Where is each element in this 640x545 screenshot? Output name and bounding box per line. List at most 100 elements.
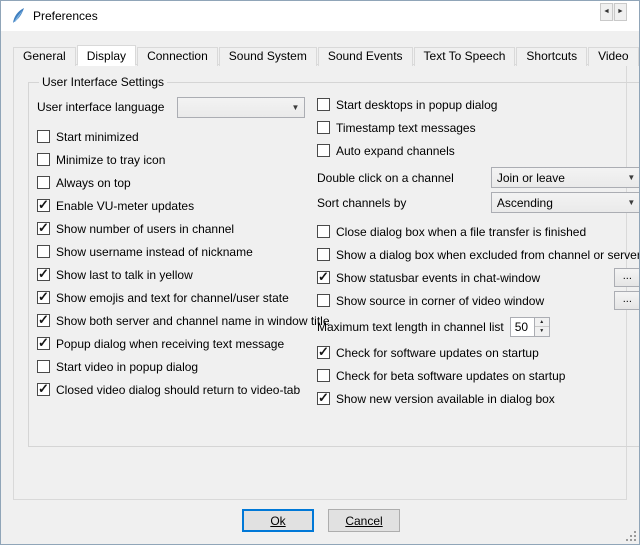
checkbox-box — [37, 383, 50, 396]
tab-shortcuts[interactable]: Shortcuts — [516, 47, 587, 66]
checkbox-statusbar-events[interactable]: Show statusbar events in chat-window ... — [317, 266, 640, 289]
checkbox-new-version-dialog[interactable]: Show new version available in dialog box — [317, 387, 640, 410]
video-source-options-button[interactable]: ... — [614, 291, 640, 310]
sort-channels-dropdown-value: Ascending — [497, 196, 623, 210]
checkbox-timestamp-messages[interactable]: Timestamp text messages — [317, 116, 640, 139]
checkbox-box — [317, 248, 330, 261]
language-label: User interface language — [37, 100, 164, 114]
checkbox-video-return-tab[interactable]: Closed video dialog should return to vid… — [37, 378, 309, 401]
checkbox-box — [37, 199, 50, 212]
checkbox-box — [317, 121, 330, 134]
checkbox-label: Start minimized — [56, 130, 139, 144]
checkbox-label: Timestamp text messages — [336, 121, 476, 135]
checkbox-last-talk-yellow[interactable]: Show last to talk in yellow — [37, 263, 309, 286]
checkbox-box — [317, 346, 330, 359]
checkbox-box — [37, 314, 50, 327]
language-dropdown[interactable]: ▼ — [177, 97, 305, 118]
double-click-dropdown[interactable]: Join or leave ▼ — [491, 167, 640, 188]
chevron-down-icon: ▼ — [623, 173, 640, 182]
checkbox-box — [37, 360, 50, 373]
max-text-length-label: Maximum text length in channel list — [317, 320, 504, 334]
checkbox-label: Show number of users in channel — [56, 222, 234, 236]
tab-scroll-left-icon[interactable]: ◄ — [600, 3, 613, 21]
checkbox-label: Start desktops in popup dialog — [336, 98, 497, 112]
max-text-length-value[interactable]: 50 — [511, 318, 534, 336]
checkbox-popup-text-message[interactable]: Popup dialog when receiving text message — [37, 332, 309, 355]
checkbox-label: Show emojis and text for channel/user st… — [56, 291, 289, 305]
checkbox-box — [37, 268, 50, 281]
checkbox-label: Show last to talk in yellow — [56, 268, 193, 282]
checkbox-server-channel-title[interactable]: Show both server and channel name in win… — [37, 309, 309, 332]
checkbox-box — [37, 245, 50, 258]
checkbox-close-dialog-file-transfer[interactable]: Close dialog box when a file transfer is… — [317, 220, 640, 243]
sort-channels-row: Sort channels by Ascending ▼ — [317, 191, 640, 214]
max-text-length-spinner[interactable]: 50 ▲ ▼ — [510, 317, 550, 337]
checkbox-box — [317, 369, 330, 382]
checkbox-label: Enable VU-meter updates — [56, 199, 194, 213]
tab-sound-system[interactable]: Sound System — [219, 47, 317, 66]
resize-grip[interactable] — [624, 529, 637, 542]
checkbox-dialog-when-excluded[interactable]: Show a dialog box when excluded from cha… — [317, 243, 640, 266]
checkbox-label: Start video in popup dialog — [56, 360, 198, 374]
checkbox-label: Show both server and channel name in win… — [56, 314, 330, 328]
checkbox-box — [37, 291, 50, 304]
tab-general[interactable]: General — [13, 47, 76, 66]
tab-display[interactable]: Display — [77, 45, 136, 66]
tab-video[interactable]: Video — [588, 47, 638, 66]
ok-button[interactable]: Ok — [242, 509, 314, 532]
checkbox-label: Minimize to tray icon — [56, 153, 165, 167]
checkbox-minimize-to-tray[interactable]: Minimize to tray icon — [37, 148, 309, 171]
group-user-interface-settings: User Interface Settings User interface l… — [28, 75, 640, 447]
checkbox-desktops-popup[interactable]: Start desktops in popup dialog — [317, 93, 640, 116]
checkbox-start-minimized[interactable]: Start minimized — [37, 125, 309, 148]
language-row: User interface language ▼ — [37, 95, 309, 119]
app-icon — [9, 7, 27, 25]
checkbox-label: Show source in corner of video window — [336, 294, 544, 308]
tab-connection[interactable]: Connection — [137, 47, 218, 66]
checkbox-vu-meter-updates[interactable]: Enable VU-meter updates — [37, 194, 309, 217]
right-column: Start desktops in popup dialog Timestamp… — [317, 93, 640, 410]
checkbox-always-on-top[interactable]: Always on top — [37, 171, 309, 194]
double-click-label: Double click on a channel — [317, 171, 454, 185]
checkbox-box — [317, 271, 330, 284]
checkbox-label: Closed video dialog should return to vid… — [56, 383, 300, 397]
spinner-buttons: ▲ ▼ — [534, 318, 549, 336]
sort-channels-dropdown[interactable]: Ascending ▼ — [491, 192, 640, 213]
tab-sound-events[interactable]: Sound Events — [318, 47, 413, 66]
checkbox-video-popup[interactable]: Start video in popup dialog — [37, 355, 309, 378]
cancel-button[interactable]: Cancel — [328, 509, 400, 532]
checkbox-box — [37, 337, 50, 350]
checkbox-emoji-text-state[interactable]: Show emojis and text for channel/user st… — [37, 286, 309, 309]
checkbox-label: Popup dialog when receiving text message — [56, 337, 284, 351]
statusbar-events-options-button[interactable]: ... — [614, 268, 640, 287]
checkbox-label: Show statusbar events in chat-window — [336, 271, 540, 285]
titlebar[interactable]: Preferences ✕ — [1, 1, 639, 31]
checkbox-auto-expand-channels[interactable]: Auto expand channels — [317, 139, 640, 162]
tab-scroll: ◄ ► — [600, 3, 627, 21]
checkbox-check-beta-updates[interactable]: Check for beta software updates on start… — [317, 364, 640, 387]
chevron-down-icon: ▼ — [623, 198, 640, 207]
tab-text-to-speech[interactable]: Text To Speech — [414, 47, 516, 66]
checkbox-box — [37, 222, 50, 235]
spin-down-icon[interactable]: ▼ — [535, 327, 549, 336]
checkbox-box — [317, 98, 330, 111]
checkbox-box — [317, 225, 330, 238]
tab-scroll-right-icon[interactable]: ► — [614, 3, 627, 21]
checkbox-video-source-corner[interactable]: Show source in corner of video window ..… — [317, 289, 640, 312]
checkbox-show-username[interactable]: Show username instead of nickname — [37, 240, 309, 263]
group-title: User Interface Settings — [39, 75, 167, 89]
checkbox-box — [37, 176, 50, 189]
checkbox-label: Show username instead of nickname — [56, 245, 253, 259]
checkbox-label: Check for software updates on startup — [336, 346, 539, 360]
preferences-window: Preferences ✕ General Display Connection… — [0, 0, 640, 545]
checkbox-label: Always on top — [56, 176, 131, 190]
spin-up-icon[interactable]: ▲ — [535, 318, 549, 328]
checkbox-box — [37, 153, 50, 166]
checkbox-show-user-count[interactable]: Show number of users in channel — [37, 217, 309, 240]
double-click-row: Double click on a channel Join or leave … — [317, 166, 640, 189]
checkbox-check-updates[interactable]: Check for software updates on startup — [317, 341, 640, 364]
checkbox-box — [317, 144, 330, 157]
tab-page-display: User Interface Settings User interface l… — [13, 64, 627, 500]
checkbox-label: Show new version available in dialog box — [336, 392, 555, 406]
checkbox-box — [37, 130, 50, 143]
